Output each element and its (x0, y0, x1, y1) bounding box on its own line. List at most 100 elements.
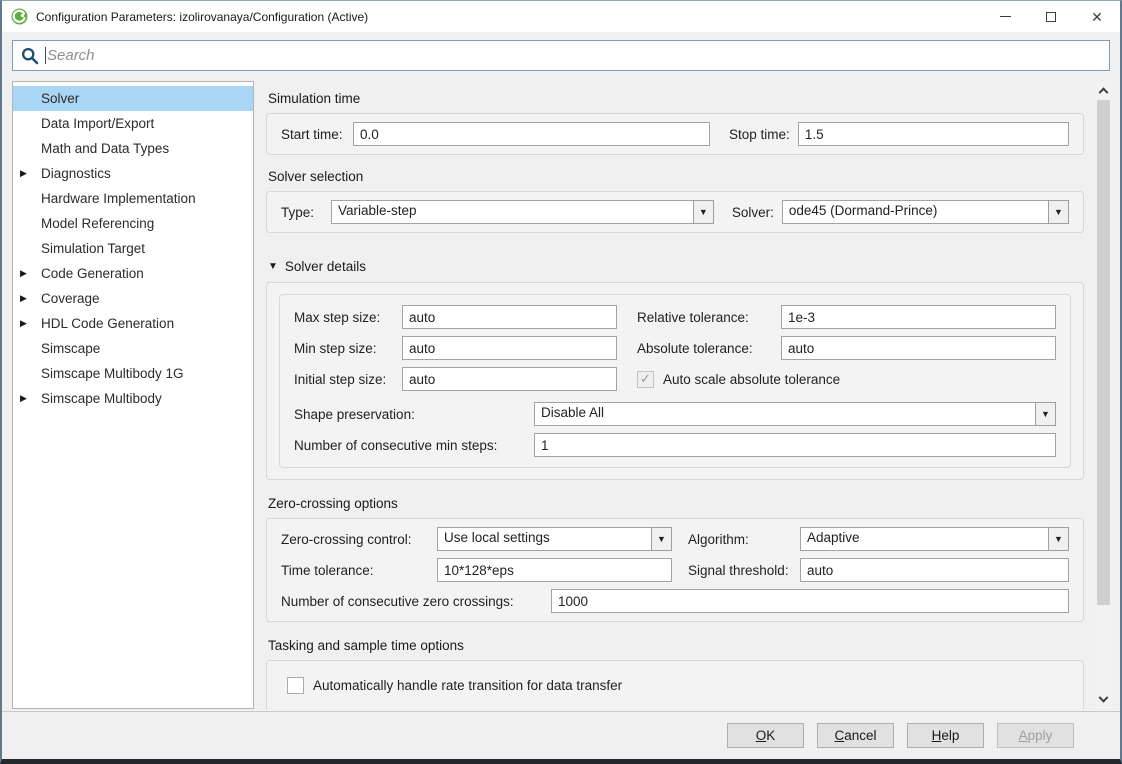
collapse-triangle-icon: ▼ (268, 261, 278, 272)
apply-button[interactable]: Apply (997, 723, 1074, 748)
solver-selection-panel: Type: Variable-step ▼ Solver: ode45 (Dor… (266, 191, 1084, 233)
min-step-field[interactable] (402, 336, 617, 360)
solver-dropdown[interactable]: ode45 (Dormand-Prince) ▼ (782, 200, 1069, 224)
search-input[interactable] (47, 47, 1101, 64)
absolute-tolerance-label: Absolute tolerance: (625, 341, 773, 356)
vertical-scrollbar[interactable] (1095, 81, 1112, 709)
sidebar-item-label: Hardware Implementation (37, 191, 196, 206)
scrollbar-thumb[interactable] (1097, 100, 1110, 605)
min-step-label: Min step size: (294, 341, 394, 356)
type-dropdown-value: Variable-step (331, 200, 694, 224)
sidebar-item-simscape-multibody[interactable]: ▶Simscape Multibody (13, 386, 253, 411)
sidebar-item-label: Simulation Target (37, 241, 145, 256)
text-caret (45, 47, 46, 64)
chevron-down-icon[interactable]: ▼ (693, 200, 714, 224)
maximize-icon (1046, 12, 1056, 22)
expand-arrow-icon[interactable]: ▶ (13, 293, 37, 304)
relative-tolerance-field[interactable] (781, 305, 1056, 329)
ok-button[interactable]: OK (727, 723, 804, 748)
sidebar-item-simscape[interactable]: Simscape (13, 336, 253, 361)
sidebar-item-label: HDL Code Generation (37, 316, 174, 331)
sidebar-item-coverage[interactable]: ▶Coverage (13, 286, 253, 311)
chevron-down-icon[interactable]: ▼ (1035, 402, 1056, 426)
signal-threshold-label: Signal threshold: (680, 563, 792, 578)
sidebar-item-hdl-code-generation[interactable]: ▶HDL Code Generation (13, 311, 253, 336)
chevron-down-icon[interactable]: ▼ (1048, 527, 1069, 551)
algorithm-dropdown[interactable]: Adaptive ▼ (800, 527, 1069, 551)
content-area: Solver Data Import/Export Math and Data Ty… (2, 77, 1120, 709)
consecutive-min-steps-label: Number of consecutive min steps: (294, 438, 526, 453)
sidebar-item-data-import-export[interactable]: Data Import/Export (13, 111, 253, 136)
absolute-tolerance-field[interactable] (781, 336, 1056, 360)
sidebar-item-hardware-implementation[interactable]: Hardware Implementation (13, 186, 253, 211)
expand-arrow-icon[interactable]: ▶ (13, 168, 37, 179)
solver-details-panel: Max step size: Relative tolerance: Min s… (266, 282, 1084, 480)
initial-step-field[interactable] (402, 367, 617, 391)
sidebar-item-math-and-data-types[interactable]: Math and Data Types (13, 136, 253, 161)
sidebar-item-label: Simscape Multibody 1G (37, 366, 184, 381)
expand-arrow-icon[interactable]: ▶ (13, 268, 37, 279)
zero-crossing-control-dropdown[interactable]: Use local settings ▼ (437, 527, 672, 551)
shape-preservation-dropdown[interactable]: Disable All ▼ (534, 402, 1056, 426)
close-button[interactable]: ✕ (1074, 1, 1120, 32)
chevron-up-icon (1099, 87, 1109, 97)
chevron-down-icon[interactable]: ▼ (1048, 200, 1069, 224)
zero-crossing-control-value: Use local settings (437, 527, 652, 551)
signal-threshold-field[interactable] (800, 558, 1069, 582)
scrollbar-track[interactable] (1095, 98, 1112, 692)
search-box[interactable] (12, 40, 1110, 71)
shape-preservation-label: Shape preservation: (294, 407, 526, 422)
minimize-button[interactable] (982, 1, 1028, 32)
cancel-button[interactable]: Cancel (817, 723, 894, 748)
tasking-heading: Tasking and sample time options (268, 638, 1084, 653)
sidebar-item-code-generation[interactable]: ▶Code Generation (13, 261, 253, 286)
solver-details-toggle[interactable]: ▼ Solver details (268, 259, 1084, 274)
consecutive-min-steps-field[interactable] (534, 433, 1056, 457)
sidebar-item-model-referencing[interactable]: Model Referencing (13, 211, 253, 236)
close-icon: ✕ (1091, 10, 1103, 24)
time-tolerance-label: Time tolerance: (281, 563, 429, 578)
search-icon (21, 47, 39, 65)
auto-scale-checkbox (637, 371, 654, 388)
expand-arrow-icon[interactable]: ▶ (13, 318, 37, 329)
initial-step-label: Initial step size: (294, 372, 394, 387)
solver-dropdown-value: ode45 (Dormand-Prince) (782, 200, 1049, 224)
sidebar-item-label: Simscape Multibody (37, 391, 162, 406)
zero-crossing-control-label: Zero-crossing control: (281, 532, 429, 547)
stop-time-field[interactable] (798, 122, 1069, 146)
tasking-panel: Automatically handle rate transition for… (266, 660, 1084, 709)
sidebar-item-label: Simscape (37, 341, 100, 356)
chevron-down-icon[interactable]: ▼ (651, 527, 672, 551)
auto-rate-transition-checkbox[interactable] (287, 677, 304, 694)
title-bar: Configuration Parameters: izolirovanaya/… (2, 1, 1120, 32)
sidebar-item-simulation-target[interactable]: Simulation Target (13, 236, 253, 261)
minimize-icon (1000, 16, 1011, 17)
consecutive-zero-crossings-field[interactable] (551, 589, 1069, 613)
shape-preservation-value: Disable All (534, 402, 1036, 426)
help-button[interactable]: Help (907, 723, 984, 748)
max-step-field[interactable] (402, 305, 617, 329)
main-panel: Simulation time Start time: Stop time: S… (254, 81, 1090, 709)
app-icon (11, 8, 28, 25)
sidebar-item-label: Data Import/Export (37, 116, 154, 131)
sidebar-item-simscape-multibody-1g[interactable]: Simscape Multibody 1G (13, 361, 253, 386)
maximize-button[interactable] (1028, 1, 1074, 32)
time-tolerance-field[interactable] (437, 558, 672, 582)
scroll-up-button[interactable] (1095, 81, 1112, 98)
sidebar-item-label: Coverage (37, 291, 100, 306)
sidebar-item-diagnostics[interactable]: ▶Diagnostics (13, 161, 253, 186)
expand-arrow-icon[interactable]: ▶ (13, 393, 37, 404)
simulation-time-heading: Simulation time (268, 91, 1084, 106)
algorithm-label: Algorithm: (680, 532, 792, 547)
max-step-label: Max step size: (294, 310, 394, 325)
sidebar-item-label: Math and Data Types (37, 141, 169, 156)
sidebar-item-solver[interactable]: Solver (13, 86, 253, 111)
solver-details-heading: Solver details (285, 259, 366, 274)
window-controls: ✕ (982, 1, 1120, 32)
auto-rate-transition-label: Automatically handle rate transition for… (313, 678, 622, 693)
start-time-field[interactable] (353, 122, 710, 146)
type-label: Type: (281, 205, 323, 220)
type-dropdown[interactable]: Variable-step ▼ (331, 200, 714, 224)
scroll-down-button[interactable] (1095, 692, 1112, 709)
sidebar-item-label: Code Generation (37, 266, 144, 281)
